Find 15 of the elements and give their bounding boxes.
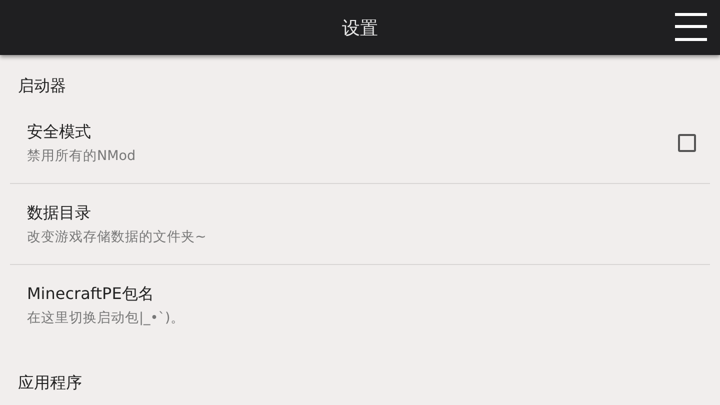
checkbox[interactable]: [678, 134, 696, 152]
section-header: 应用程序: [18, 372, 82, 394]
screen-title: 设置: [342, 16, 378, 40]
item-title: 数据目录: [27, 202, 92, 224]
item-summary: 禁用所有的NMod: [27, 146, 137, 164]
menu-icon: [674, 11, 708, 43]
settings-item[interactable]: 安全模式 禁用所有的NMod: [10, 103, 710, 184]
item-title: 安全模式: [27, 122, 92, 142]
item-title: MinecraftPE包名: [27, 284, 155, 305]
menu-button[interactable]: [674, 11, 708, 43]
settings-item[interactable]: MinecraftPE包名 在这里切换启动包|_•`)。: [10, 265, 710, 346]
settings-item[interactable]: 数据目录 改变游戏存储数据的文件夹~: [10, 184, 710, 265]
section-header: 启动器: [18, 76, 66, 96]
item-summary: 改变游戏存储数据的文件夹~: [27, 228, 208, 246]
item-summary: 在这里切换启动包|_•`)。: [27, 309, 186, 327]
